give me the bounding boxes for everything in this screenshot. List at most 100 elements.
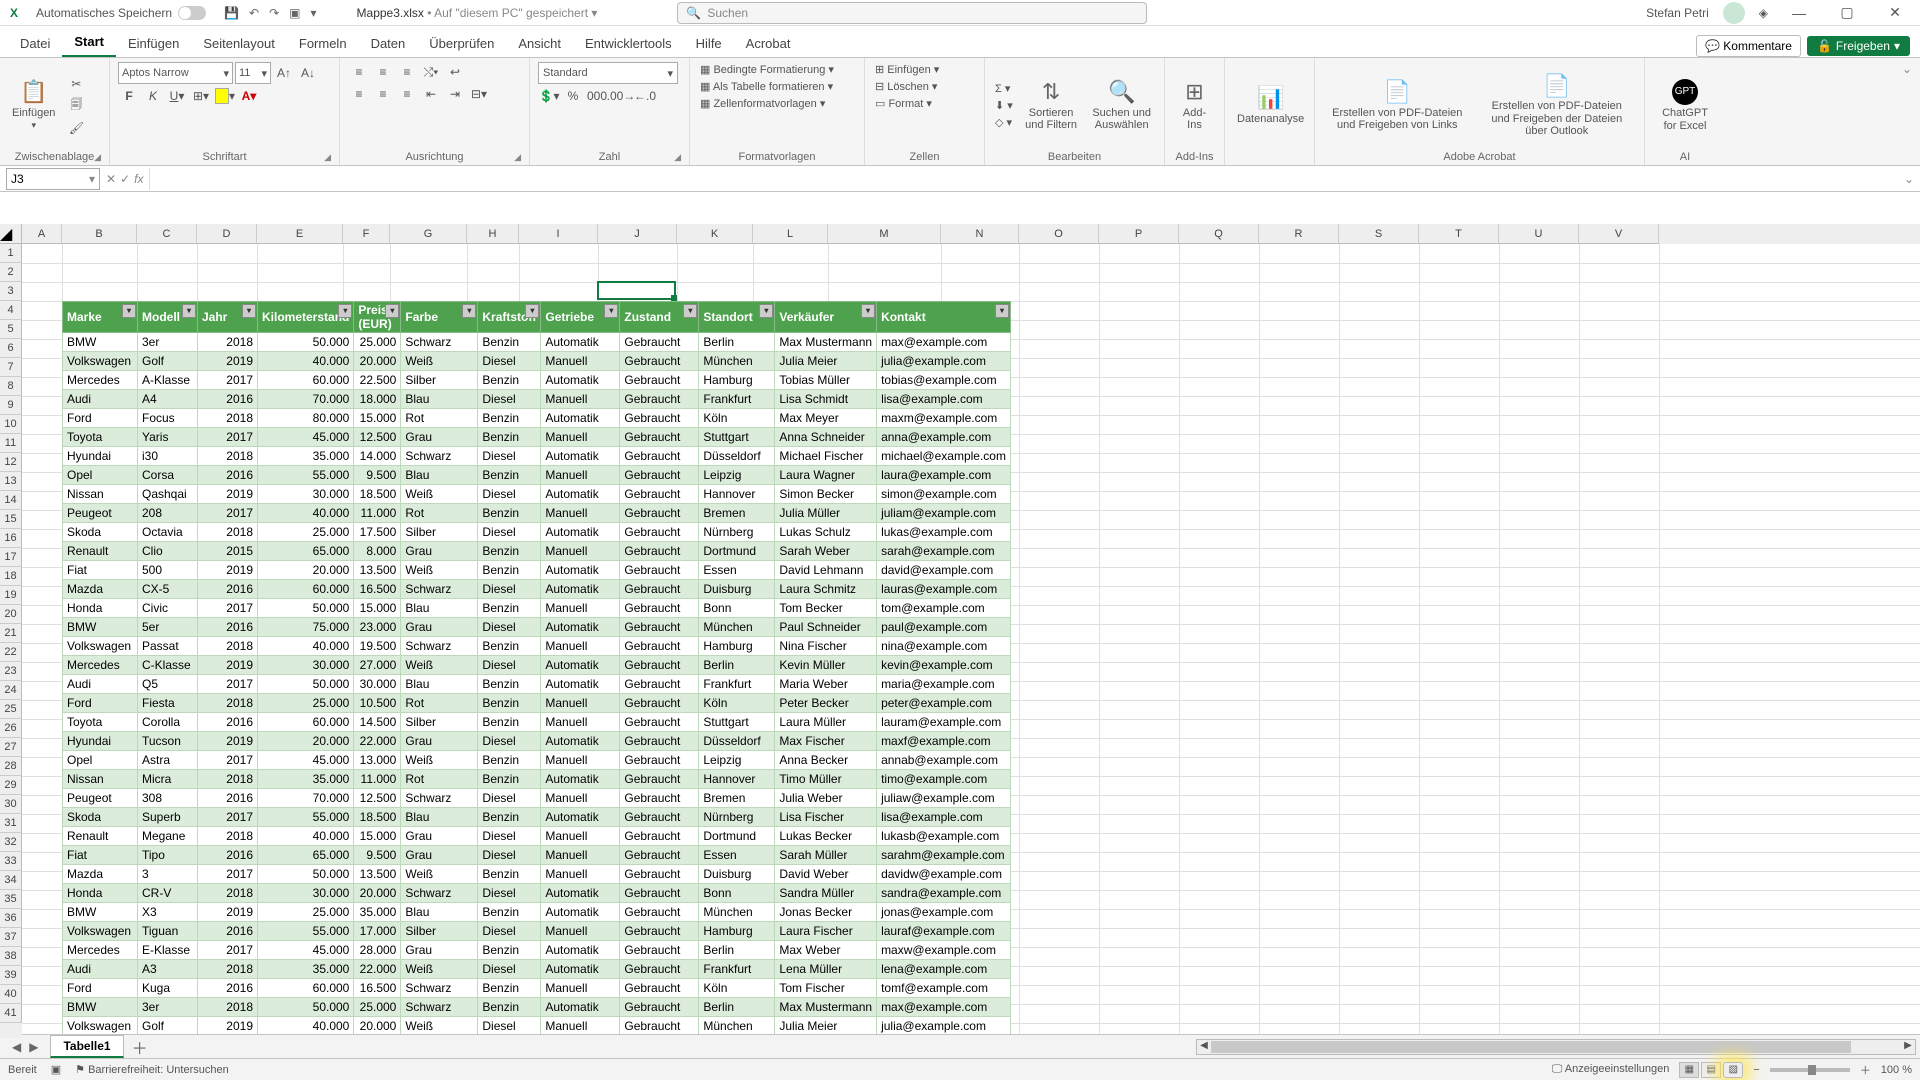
table-cell[interactable]: Automatik: [541, 409, 620, 428]
acrobat-outlook-button[interactable]: 📄Erstellen von PDF-Dateien und Freigeben…: [1478, 72, 1636, 138]
table-cell[interactable]: 2018: [198, 827, 258, 846]
column-header[interactable]: C: [137, 224, 197, 244]
table-cell[interactable]: Weiß: [401, 561, 478, 580]
filename[interactable]: Mappe3.xlsx • Auf "diesem PC" gespeicher…: [357, 6, 598, 20]
table-header[interactable]: Jahr▾: [198, 302, 258, 333]
filter-dropdown-icon[interactable]: ▾: [462, 304, 476, 318]
column-header[interactable]: N: [941, 224, 1019, 244]
collapse-ribbon-icon[interactable]: ⌄: [1894, 58, 1920, 165]
table-cell[interactable]: Kuga: [138, 979, 198, 998]
cancel-formula-icon[interactable]: ✕: [106, 172, 116, 186]
table-cell[interactable]: Automatik: [541, 808, 620, 827]
row-header[interactable]: 27: [0, 738, 22, 757]
row-header[interactable]: 9: [0, 396, 22, 415]
row-header[interactable]: 33: [0, 852, 22, 871]
table-cell[interactable]: Renault: [63, 827, 138, 846]
table-cell[interactable]: 30.000: [258, 656, 354, 675]
table-row[interactable]: VolkswagenGolf201940.00020.000WeißDiesel…: [63, 352, 1011, 371]
table-cell[interactable]: 28.000: [354, 941, 401, 960]
row-header[interactable]: 10: [0, 415, 22, 434]
table-cell[interactable]: Diesel: [478, 732, 541, 751]
table-cell[interactable]: Bonn: [699, 884, 775, 903]
table-header[interactable]: Verkäufer▾: [775, 302, 877, 333]
select-all-corner[interactable]: ◢: [0, 224, 22, 244]
chatgpt-button[interactable]: GPTChatGPT for Excel: [1653, 77, 1717, 133]
table-cell[interactable]: Rot: [401, 770, 478, 789]
paste-button[interactable]: 📋Einfügen▾: [8, 78, 59, 132]
row-header[interactable]: 7: [0, 358, 22, 377]
table-cell[interactable]: 50.000: [258, 675, 354, 694]
table-cell[interactable]: Mazda: [63, 865, 138, 884]
row-header[interactable]: 35: [0, 890, 22, 909]
table-cell[interactable]: Schwarz: [401, 789, 478, 808]
table-cell[interactable]: 2017: [198, 941, 258, 960]
table-cell[interactable]: Blau: [401, 390, 478, 409]
table-cell[interactable]: anna@example.com: [877, 428, 1011, 447]
addins-button[interactable]: ⊞Add-Ins: [1173, 78, 1216, 132]
table-cell[interactable]: Lisa Fischer: [775, 808, 877, 827]
table-row[interactable]: BMW3er201850.00025.000SchwarzBenzinAutom…: [63, 998, 1011, 1017]
table-cell[interactable]: Benzin: [478, 770, 541, 789]
table-cell[interactable]: Fiat: [63, 846, 138, 865]
column-header[interactable]: L: [753, 224, 828, 244]
table-cell[interactable]: BMW: [63, 333, 138, 352]
table-cell[interactable]: tom@example.com: [877, 599, 1011, 618]
camera-icon[interactable]: ▣: [289, 6, 300, 20]
table-header[interactable]: Standort▾: [699, 302, 775, 333]
table-cell[interactable]: juliam@example.com: [877, 504, 1011, 523]
table-cell[interactable]: Max Weber: [775, 941, 877, 960]
table-cell[interactable]: Michael Fischer: [775, 447, 877, 466]
table-cell[interactable]: maxw@example.com: [877, 941, 1011, 960]
find-select-button[interactable]: 🔍Suchen und Auswählen: [1087, 78, 1156, 132]
table-cell[interactable]: 2018: [198, 770, 258, 789]
table-row[interactable]: VolkswagenPassat201840.00019.500SchwarzB…: [63, 637, 1011, 656]
table-cell[interactable]: Berlin: [699, 941, 775, 960]
table-cell[interactable]: X3: [138, 903, 198, 922]
table-cell[interactable]: Automatik: [541, 998, 620, 1017]
table-cell[interactable]: Benzin: [478, 751, 541, 770]
format-as-table-button[interactable]: ▦ Als Tabelle formatieren ▾: [698, 79, 835, 94]
table-cell[interactable]: 60.000: [258, 371, 354, 390]
table-cell[interactable]: Gebraucht: [620, 770, 699, 789]
table-cell[interactable]: Benzin: [478, 333, 541, 352]
table-row[interactable]: Fiat500201920.00013.500WeißBenzinAutomat…: [63, 561, 1011, 580]
table-cell[interactable]: 2018: [198, 447, 258, 466]
table-cell[interactable]: Stuttgart: [699, 713, 775, 732]
column-header[interactable]: V: [1579, 224, 1659, 244]
table-cell[interactable]: Automatik: [541, 447, 620, 466]
table-cell[interactable]: Gebraucht: [620, 998, 699, 1017]
table-cell[interactable]: Gebraucht: [620, 599, 699, 618]
row-header[interactable]: 6: [0, 339, 22, 358]
filter-dropdown-icon[interactable]: ▾: [604, 304, 618, 318]
table-cell[interactable]: Benzin: [478, 675, 541, 694]
table-cell[interactable]: 2018: [198, 409, 258, 428]
table-cell[interactable]: 17.500: [354, 523, 401, 542]
table-cell[interactable]: Schwarz: [401, 447, 478, 466]
row-header[interactable]: 2: [0, 263, 22, 282]
table-cell[interactable]: Gebraucht: [620, 428, 699, 447]
table-cell[interactable]: 12.500: [354, 789, 401, 808]
table-cell[interactable]: 60.000: [258, 580, 354, 599]
table-cell[interactable]: Gebraucht: [620, 846, 699, 865]
redo-icon[interactable]: ↷: [269, 6, 279, 20]
table-cell[interactable]: 60.000: [258, 979, 354, 998]
search-input[interactable]: 🔍 Suchen: [677, 2, 1147, 24]
table-cell[interactable]: davidw@example.com: [877, 865, 1011, 884]
table-cell[interactable]: Dortmund: [699, 827, 775, 846]
table-cell[interactable]: CX-5: [138, 580, 198, 599]
table-cell[interactable]: 208: [138, 504, 198, 523]
table-cell[interactable]: 3er: [138, 333, 198, 352]
table-cell[interactable]: Benzin: [478, 599, 541, 618]
row-header[interactable]: 13: [0, 472, 22, 491]
column-header[interactable]: I: [519, 224, 598, 244]
sort-filter-button[interactable]: ⇅Sortieren und Filtern: [1021, 78, 1082, 132]
orientation-icon[interactable]: ⤭▾: [420, 62, 442, 82]
table-cell[interactable]: Lukas Becker: [775, 827, 877, 846]
table-cell[interactable]: Düsseldorf: [699, 447, 775, 466]
table-cell[interactable]: Manuell: [541, 542, 620, 561]
table-cell[interactable]: 2017: [198, 675, 258, 694]
table-cell[interactable]: 65.000: [258, 542, 354, 561]
table-cell[interactable]: 3er: [138, 998, 198, 1017]
table-cell[interactable]: BMW: [63, 903, 138, 922]
align-top-icon[interactable]: ≡: [348, 62, 370, 82]
